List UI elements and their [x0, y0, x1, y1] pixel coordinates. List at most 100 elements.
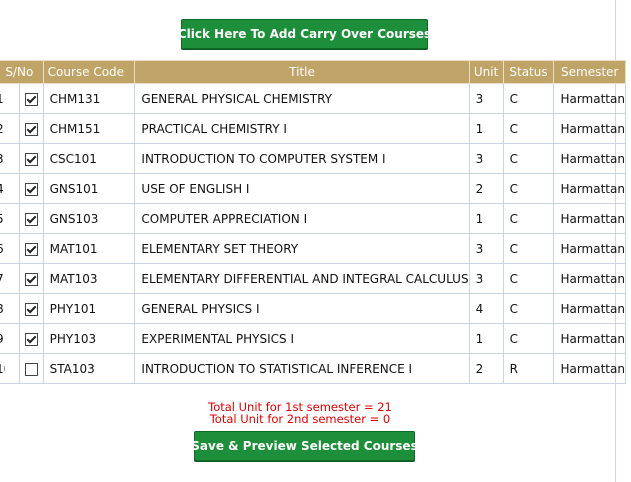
row-course-unit: 2 — [468, 173, 504, 204]
row-course-status: C — [502, 83, 555, 114]
row-course-title: INTRODUCTION TO STATISTICAL INFERENCE I — [134, 353, 470, 384]
course-select-checkbox[interactable] — [24, 92, 38, 106]
course-select-checkbox[interactable] — [24, 362, 38, 376]
course-select-checkbox[interactable] — [24, 302, 38, 316]
row-course-status: C — [502, 203, 555, 234]
row-course-unit: 3 — [468, 83, 504, 114]
table-row: 6 MAT101ELEMENTARY SET THEORY3CHarmattan — [0, 233, 626, 264]
checkbox-cell — [18, 143, 44, 174]
row-course-title: GENERAL PHYSICAL CHEMISTRY — [134, 83, 470, 114]
row-serial-number: 10 — [0, 362, 5, 376]
row-serial-number: 1 — [0, 83, 20, 114]
col-header-status: Status — [502, 60, 555, 84]
row-course-code: MAT103 — [42, 263, 136, 294]
row-serial-number: 5 — [0, 203, 20, 234]
row-course-code: CSC101 — [42, 143, 136, 174]
row-course-title: ELEMENTARY SET THEORY — [134, 233, 470, 264]
row-course-unit: 1 — [468, 203, 504, 234]
row-course-status: C — [502, 113, 555, 144]
row-course-semester: Harmattan — [553, 113, 626, 144]
row-course-unit: 1 — [468, 113, 504, 144]
checkbox-cell — [18, 83, 44, 114]
row-course-status: C — [502, 323, 555, 354]
row-course-title: INTRODUCTION TO COMPUTER SYSTEM I — [134, 143, 470, 174]
row-course-code: MAT101 — [42, 233, 136, 264]
row-course-semester: Harmattan — [553, 203, 626, 234]
checkbox-cell — [18, 263, 44, 294]
row-course-title: USE OF ENGLISH I — [134, 173, 470, 204]
row-course-unit: 1 — [468, 323, 504, 354]
table-row: 1 CHM131GENERAL PHYSICAL CHEMISTRY3CHarma… — [0, 83, 626, 114]
col-header-course-code: Course Code — [42, 60, 136, 84]
row-serial-number: 2 — [0, 122, 5, 136]
row-course-code: CHM151 — [42, 113, 136, 144]
row-course-unit: 3 — [468, 143, 504, 174]
row-course-code: PHY101 — [42, 293, 136, 324]
row-serial-number: 8 — [0, 302, 5, 316]
row-serial-number: 5 — [0, 212, 5, 226]
row-course-code: GNS101 — [42, 173, 136, 204]
row-serial-number: 4 — [0, 173, 20, 204]
course-select-checkbox[interactable] — [24, 272, 38, 286]
row-course-code: GNS103 — [42, 203, 136, 234]
course-select-checkbox[interactable] — [24, 182, 38, 196]
checkbox-cell — [18, 323, 44, 354]
row-course-semester: Harmattan — [553, 323, 626, 354]
table-row: 4 GNS101USE OF ENGLISH I2CHarmattan — [0, 173, 626, 204]
row-serial-number: 8 — [0, 293, 20, 324]
row-serial-number: 3 — [0, 152, 5, 166]
course-registration-table: S/No Course Code Title Unit Status Semes… — [0, 60, 626, 384]
row-course-status: C — [502, 143, 555, 174]
col-header-title: Title — [134, 60, 470, 84]
row-course-title: ELEMENTARY DIFFERENTIAL AND INTEGRAL CAL… — [134, 263, 470, 294]
save-preview-button[interactable]: Save & Preview Selected Courses — [191, 431, 418, 461]
table-row: 7 MAT103ELEMENTARY DIFFERENTIAL AND INTEG… — [0, 263, 626, 294]
row-course-semester: Harmattan — [553, 353, 626, 384]
course-table-body: 1CHM131GENERAL PHYSICAL CHEMISTRY3CHarma… — [0, 83, 626, 384]
row-serial-number: 2 — [0, 113, 20, 144]
row-course-semester: Harmattan — [553, 263, 626, 294]
course-select-checkbox[interactable] — [24, 152, 38, 166]
row-course-semester: Harmattan — [553, 143, 626, 174]
table-header-row: S/No Course Code Title Unit Status Semes… — [0, 60, 626, 84]
row-serial-number: 4 — [0, 182, 5, 196]
table-row: 5 GNS103COMPUTER APPRECIATION I1CHarmatta… — [0, 203, 626, 234]
row-course-semester: Harmattan — [553, 293, 626, 324]
checkbox-cell — [18, 203, 44, 234]
add-carry-over-button[interactable]: Click Here To Add Carry Over Courses — [178, 19, 431, 49]
row-course-semester: Harmattan — [553, 173, 626, 204]
row-course-code: CHM131 — [42, 83, 136, 114]
row-course-status: C — [502, 263, 555, 294]
row-course-semester: Harmattan — [553, 233, 626, 264]
row-course-title: PRACTICAL CHEMISTRY I — [134, 113, 470, 144]
row-serial-number: 10 — [0, 353, 20, 384]
row-course-unit: 3 — [468, 233, 504, 264]
row-course-status: C — [502, 293, 555, 324]
row-course-title: EXPERIMENTAL PHYSICS I — [134, 323, 470, 354]
col-header-semester: Semester — [553, 60, 626, 84]
table-row: 9 PHY103EXPERIMENTAL PHYSICS I1CHarmattan — [0, 323, 626, 354]
table-row: 8 PHY101GENERAL PHYSICS I4CHarmattan — [0, 293, 626, 324]
col-header-unit: Unit — [468, 60, 504, 84]
checkbox-cell — [18, 233, 44, 264]
row-course-status: R — [502, 353, 555, 384]
row-serial-number: 9 — [0, 323, 20, 354]
row-course-unit: 4 — [468, 293, 504, 324]
row-course-code: STA103 — [42, 353, 136, 384]
checkbox-cell — [18, 173, 44, 204]
checkbox-cell — [18, 113, 44, 144]
row-serial-number: 9 — [0, 332, 5, 346]
checkbox-cell — [18, 293, 44, 324]
row-course-title: COMPUTER APPRECIATION I — [134, 203, 470, 234]
course-select-checkbox[interactable] — [24, 242, 38, 256]
checkbox-cell — [18, 353, 44, 384]
course-select-checkbox[interactable] — [24, 212, 38, 226]
course-select-checkbox[interactable] — [24, 332, 38, 346]
row-course-semester: Harmattan — [553, 83, 626, 114]
table-row: 10 STA103INTRODUCTION TO STATISTICAL INFE… — [0, 353, 626, 384]
table-row: 2 CHM151PRACTICAL CHEMISTRY I1CHarmattan — [0, 113, 626, 144]
row-serial-number: 6 — [0, 233, 20, 264]
row-serial-number: 7 — [0, 272, 5, 286]
course-select-checkbox[interactable] — [24, 122, 38, 136]
row-course-code: PHY103 — [42, 323, 136, 354]
